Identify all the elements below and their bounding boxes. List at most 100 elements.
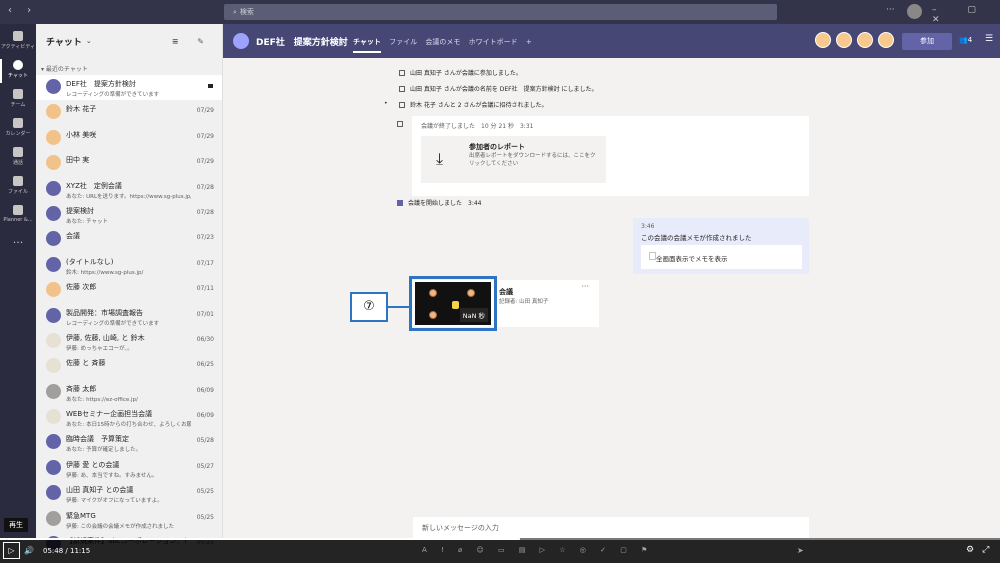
chat-list-item[interactable]: WEBセミナー企画担当会議あなた: 本日15時からの打ち合わせ、よろしくお願いし…	[36, 405, 222, 430]
rail-teams[interactable]: チーム	[0, 86, 36, 114]
chat-list-item[interactable]: 会議 07/23	[36, 227, 222, 252]
avatar	[46, 79, 61, 94]
video-icon	[397, 200, 403, 206]
more-icon[interactable]: ···	[581, 282, 589, 291]
tab-meeting-notes[interactable]: 会議のメモ	[425, 38, 460, 46]
chat-date: 05/25	[196, 513, 214, 521]
people-icon: 👥	[959, 36, 968, 44]
chat-list-item[interactable]: 小林 美咲 07/29	[36, 126, 222, 151]
fullscreen-icon[interactable]: ⤢	[982, 545, 997, 555]
chat-list-item[interactable]: 臨時会議 予算策定 あなた: 予算が確定しました。 05/28	[36, 430, 222, 455]
chat-list-item[interactable]: 田中 実 07/29	[36, 151, 222, 176]
send-icon[interactable]: ➤	[797, 546, 804, 555]
chat-list-item[interactable]: XYZ社 定例会議あなた: URLを送ります。https://www.sg-pl…	[36, 177, 222, 202]
player-settings[interactable]: ⚙⤢	[966, 545, 997, 555]
chat-preview: レコーディングの準備ができています	[66, 92, 160, 98]
meeting-notes-card: 3:46 この会議の会議メモが作成されました 全画面表示でメモを表示	[633, 218, 809, 274]
sidebar-title[interactable]: チャット	[46, 35, 82, 48]
chat-date: 07/28	[196, 183, 214, 191]
more-options-icon[interactable]: ···	[886, 5, 895, 15]
chat-date: 06/30	[196, 335, 214, 343]
system-message: 山田 真知子 さんが会議に参加しました。	[399, 68, 522, 77]
chat-name: 田中 実	[66, 156, 90, 165]
chat-name: 伊藤 愛 との会議	[66, 460, 120, 469]
tab-files[interactable]: ファイル	[389, 38, 417, 46]
chat-list-item[interactable]: 鈴木 花子 07/29	[36, 100, 222, 125]
meeting-icon	[233, 33, 249, 49]
chat-preview: あなた: URLを送ります。https://www.sg-plus.jp/	[66, 193, 191, 200]
chat-list-item[interactable]: 伊藤 愛 との会議 伊藤: あ、本当ですね。すみません。 05/27	[36, 456, 222, 481]
chat-name: XYZ社 定例会議	[66, 181, 122, 190]
sidebar-tools[interactable]: ≡ ✎	[172, 37, 212, 46]
message-input[interactable]: 新しいメッセージの入力	[413, 517, 809, 540]
avatar	[46, 129, 61, 145]
participant-avatars[interactable]	[815, 32, 899, 50]
participants-button[interactable]: 👥4	[959, 36, 972, 44]
window-controls[interactable]: – ▢ ✕	[932, 5, 1000, 25]
rail-label: ファイル	[7, 189, 28, 195]
rail-chat[interactable]: チャット	[0, 57, 36, 85]
memo-time: 3:46	[641, 223, 655, 230]
avatar	[815, 32, 831, 48]
chat-preview: 伊藤: この会議の会議メモが作成されました	[66, 523, 175, 530]
chat-name: 斉藤 太郎	[66, 384, 97, 393]
list-icon[interactable]: ☰	[985, 34, 993, 44]
chat-list-item[interactable]: 斉藤 太郎 あなた: https://ez-office.jp/06/09	[36, 380, 222, 405]
message-text: 会議を開始しました 3:44	[408, 200, 482, 207]
chat-list-item[interactable]: 製品開発：市場調査報告 レコーディングの準備ができています 07/01	[36, 304, 222, 329]
search-input[interactable]: ⌕ 検索	[224, 4, 777, 20]
section-recent[interactable]: ▾ 最近のチャット	[36, 58, 222, 75]
tab-whiteboard[interactable]: ホワイトボード	[469, 38, 518, 46]
chat-date: 07/29	[196, 107, 214, 115]
chat-list-item[interactable]: (タイトルなし) 鈴木: https://www.sg-plus.jp/07/17	[36, 253, 222, 278]
chat-date: 06/09	[196, 386, 214, 394]
chat-name: DEF社 提案方針検討	[66, 80, 136, 88]
tab-chat[interactable]: チャット	[353, 38, 381, 53]
rail-label: 通話	[12, 160, 23, 166]
notes-icon	[649, 252, 656, 260]
section-label: 最近のチャット	[45, 66, 88, 73]
chat-list-item[interactable]: 佐藤 と 斉藤 06/25	[36, 354, 222, 379]
rail-planner[interactable]: Planner &...	[0, 202, 36, 230]
join-icon	[399, 70, 405, 76]
chat-list-item[interactable]: 佐藤 次郎 07/11	[36, 278, 222, 303]
settings-icon[interactable]: ⚙	[966, 545, 982, 555]
volume-icon[interactable]: 🔊	[24, 546, 34, 555]
attendance-report[interactable]: ⤓ 参加者のレポート 出席者レポートをダウンロードするには、ここをクリックしてく…	[421, 136, 606, 183]
app-rail: アクティビティ チャット チーム カレンダー 通話 ファイル Planner &…	[0, 24, 36, 540]
phone-icon	[13, 147, 23, 157]
rail-calls[interactable]: 通話	[0, 144, 36, 172]
rail-label: チーム	[10, 102, 26, 108]
nav-arrows[interactable]: ‹ ›	[8, 5, 37, 16]
chat-list-item[interactable]: 山田 真知子 との会議 伊藤: マイクがオフになっていますよ。 05/25	[36, 481, 222, 506]
chat-preview: 伊藤: めっちゃエコーが、。	[66, 345, 133, 352]
add-tab-button[interactable]: +	[526, 38, 532, 46]
rail-calendar[interactable]: カレンダー	[0, 115, 36, 143]
view-notes-button[interactable]: 全画面表示でメモを表示	[641, 245, 802, 269]
join-button[interactable]: 参加	[902, 33, 952, 50]
chat-list-item[interactable]: 伊藤, 佐藤, 山崎, と 鈴木 伊藤: めっちゃエコーが、。 06/30	[36, 329, 222, 354]
avatar	[46, 332, 61, 348]
avatar	[46, 358, 61, 374]
chevron-down-icon[interactable]: ⌄	[86, 37, 92, 45]
chat-preview: あなた: 予算が確定しました。	[66, 447, 142, 454]
user-avatar[interactable]	[907, 4, 922, 19]
chat-list-item[interactable]: 提案検討 あなた: チャット 07/28	[36, 202, 222, 227]
avatar	[46, 231, 61, 247]
view-notes-label: 全画面表示でメモを表示	[656, 255, 728, 263]
report-description: 出席者レポートをダウンロードするには、ここをクリックしてください	[469, 153, 596, 167]
chat-list-item[interactable]: 緊急MTG 伊藤: この会議の会議メモが作成されました 05/25	[36, 507, 222, 532]
rail-label: アクティビティ	[0, 44, 36, 50]
chat-date: 05/25	[196, 488, 214, 496]
chat-name: (タイトルなし)	[66, 257, 114, 266]
rail-files[interactable]: ファイル	[0, 173, 36, 201]
invite-icon	[399, 102, 405, 108]
play-button[interactable]: ▷	[3, 542, 20, 559]
report-title: 参加者のレポート	[469, 143, 525, 151]
more-apps-icon[interactable]: ···	[0, 236, 36, 249]
rail-activity[interactable]: アクティビティ	[0, 28, 36, 56]
chat-preview: あなた: チャット	[66, 218, 109, 225]
time-display: 05:48 / 11:15	[43, 547, 90, 555]
compose-toolbar[interactable]: A ! ⌀ ☺ ▭ ▤ ▷ ☆ ◎ ✓ ▢ ⚑	[422, 546, 653, 554]
chat-list-item[interactable]: DEF社 提案方針検討レコーディングの準備ができています	[36, 75, 222, 101]
